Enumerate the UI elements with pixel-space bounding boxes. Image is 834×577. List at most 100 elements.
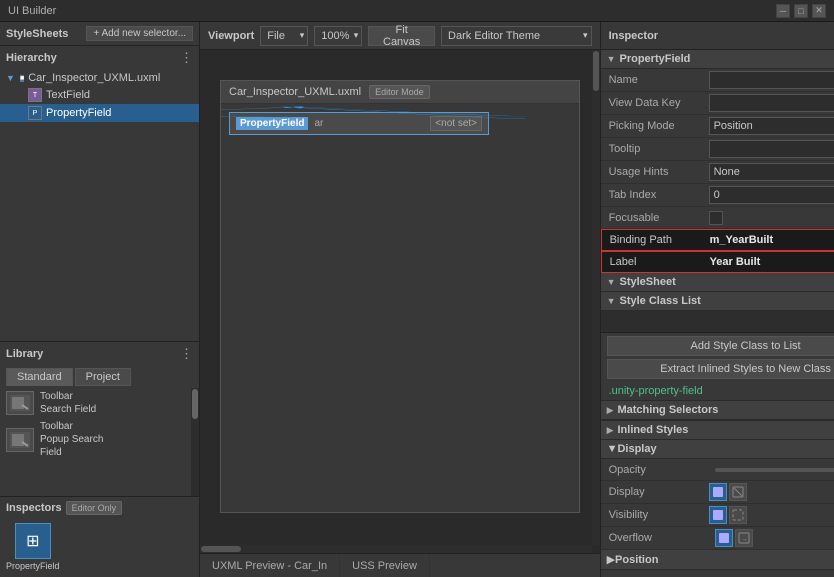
add-selector-btn[interactable]: + Add new selector... [86, 26, 193, 41]
canvas-hscrollbar[interactable] [200, 545, 592, 553]
stylesheet-section-header[interactable]: ▼ StyleSheet [601, 273, 834, 292]
inlined-styles-arrow: ▶ [607, 425, 614, 436]
tooltip-label: Tooltip [609, 143, 709, 155]
name-input[interactable] [709, 71, 834, 89]
maximize-btn[interactable]: □ [794, 4, 808, 18]
center-panel: Viewport File 100% Fit Canvas Dark Edito… [200, 22, 601, 577]
textfield-label: TextField [46, 89, 90, 101]
canvas-vscroll-thumb[interactable] [593, 51, 599, 91]
display-toggle-area [709, 483, 834, 501]
canvas-vscrollbar[interactable] [592, 50, 600, 545]
extract-inlined-btn[interactable]: Extract Inlined Styles to New Class [607, 359, 834, 379]
focusable-checkbox[interactable] [709, 211, 723, 225]
tab-index-input[interactable] [709, 186, 834, 204]
textfield-icon: T [28, 88, 42, 102]
tooltip-input[interactable] [709, 140, 834, 158]
hierarchy-filename: Car_Inspector_UXML.uxml [28, 72, 160, 84]
visibility-toggle-2[interactable] [729, 506, 747, 524]
display-toggles [709, 483, 747, 501]
picking-mode-label: Picking Mode [609, 120, 709, 132]
canvas-hscroll-thumb[interactable] [201, 546, 241, 552]
library-section: Library ⋮ Standard Project [0, 342, 199, 497]
inlined-styles-title: Inlined Styles [617, 424, 688, 436]
canvas-inner: Car_Inspector_UXML.uxml Editor Mode Prop… [220, 80, 580, 513]
viewport-canvas: Car_Inspector_UXML.uxml Editor Mode Prop… [200, 50, 600, 553]
add-style-class-btn[interactable]: Add Style Class to List [607, 336, 834, 356]
style-class-list-header[interactable]: ▼ Style Class List [601, 292, 834, 311]
title-bar: UI Builder ─ □ ✕ [0, 0, 834, 22]
display-toggle-2[interactable] [729, 483, 747, 501]
usage-hints-value: None [709, 163, 834, 181]
zoom-dropdown[interactable]: 100% [314, 26, 362, 46]
library-scrollbar[interactable] [191, 388, 199, 496]
position-arrow: ▶ [607, 553, 615, 566]
propertyfield-inspector-item[interactable]: ⊞ PropertyField [6, 523, 60, 571]
minimize-btn[interactable]: ─ [776, 4, 790, 18]
label-text: Year Built [710, 256, 761, 268]
opacity-slider[interactable] [715, 468, 834, 472]
tab-index-label: Tab Index [609, 189, 709, 201]
visibility-label: Visibility [609, 509, 709, 521]
toolbar-popup-search-icon [6, 428, 34, 452]
uxml-preview-tab[interactable]: UXML Preview - Car_In [200, 554, 340, 577]
hierarchy-menu-btn[interactable]: ⋮ [180, 50, 193, 66]
hierarchy-title: Hierarchy [6, 52, 180, 64]
left-panel: StyleSheets + Add new selector... Hierar… [0, 22, 200, 577]
list-item[interactable]: ToolbarSearch Field [0, 388, 191, 418]
display-section-header[interactable]: ▼ Display [601, 440, 834, 459]
library-menu-btn[interactable]: ⋮ [180, 346, 193, 362]
main-content: StyleSheets + Add new selector... Hierar… [0, 22, 834, 577]
display-toggle-1[interactable] [709, 483, 727, 501]
theme-dropdown[interactable]: Dark Editor Theme [441, 26, 592, 46]
library-scroll-thumb[interactable] [192, 389, 198, 419]
visibility-toggle-area [709, 506, 834, 524]
view-data-key-input[interactable] [709, 94, 834, 112]
inspector-panel-header: Inspector ▲ [601, 22, 834, 50]
overflow-toggle-2[interactable]: → [735, 529, 753, 547]
toolbar-popup-search-label: ToolbarPopup SearchField [40, 420, 103, 459]
position-section-header[interactable]: ▶ Position [601, 550, 834, 570]
matching-selectors-header[interactable]: ▶ Matching Selectors [601, 400, 834, 420]
propertyfield-icon: P [28, 106, 42, 120]
property-field-element[interactable]: PropertyField ar <not set> [229, 112, 489, 135]
tab-standard[interactable]: Standard [6, 368, 73, 386]
propertyfield-section-header[interactable]: ▼ PropertyField [601, 50, 834, 69]
display-title: Display [617, 443, 656, 455]
visibility-toggle-1[interactable] [709, 506, 727, 524]
file-dropdown[interactable]: File [260, 26, 308, 46]
usage-hints-dropdown[interactable]: None [709, 163, 834, 181]
overflow-toggle-1[interactable] [715, 529, 733, 547]
propertyfield-section-title: PropertyField [619, 53, 690, 65]
hierarchy-item-propertyfield[interactable]: P PropertyField [0, 104, 199, 122]
window-controls: ─ □ ✕ [776, 4, 826, 18]
tab-index-row: Tab Index [601, 184, 834, 207]
style-class-input-area [601, 311, 834, 333]
list-item[interactable]: ToolbarPopup SearchField [0, 418, 191, 461]
pf-binding: ar [314, 118, 424, 129]
inspectors-section: Inspectors Editor Only ⊞ PropertyField [0, 497, 199, 577]
bottom-tabs: UXML Preview - Car_In USS Preview [200, 553, 600, 577]
hierarchy-item-textfield[interactable]: T TextField [0, 86, 199, 104]
canvas-body: PropertyField ar <not set> [221, 104, 579, 143]
stylesheet-arrow: ▼ [607, 277, 616, 287]
style-class-input[interactable] [607, 315, 834, 327]
name-value-area [709, 71, 834, 89]
canvas-filename: Car_Inspector_UXML.uxml [229, 86, 361, 98]
focusable-label: Focusable [609, 212, 709, 224]
unity-class-tag: .unity-property-field [601, 382, 834, 400]
library-header: Library ⋮ [0, 342, 199, 366]
close-btn[interactable]: ✕ [812, 4, 826, 18]
inspector-body[interactable]: ▼ PropertyField Name View Data Key Picki… [601, 50, 834, 577]
hierarchy-file-item[interactable]: ▼ ■ Car_Inspector_UXML.uxml [0, 70, 199, 86]
library-content: ToolbarSearch Field ToolbarPopup SearchF… [0, 388, 199, 496]
tooltip-row: Tooltip [601, 138, 834, 161]
picking-mode-dropdown[interactable]: Position [709, 117, 834, 135]
toolbar-search-field-icon [6, 391, 34, 415]
uss-preview-tab[interactable]: USS Preview [340, 554, 430, 577]
binding-path-text: m_YearBuilt [710, 234, 774, 246]
tab-project[interactable]: Project [75, 368, 131, 386]
inlined-styles-header[interactable]: ▶ Inlined Styles [601, 420, 834, 440]
view-data-key-value [709, 94, 834, 112]
fit-canvas-btn[interactable]: Fit Canvas [368, 26, 435, 46]
file-icon: ■ [20, 75, 24, 82]
